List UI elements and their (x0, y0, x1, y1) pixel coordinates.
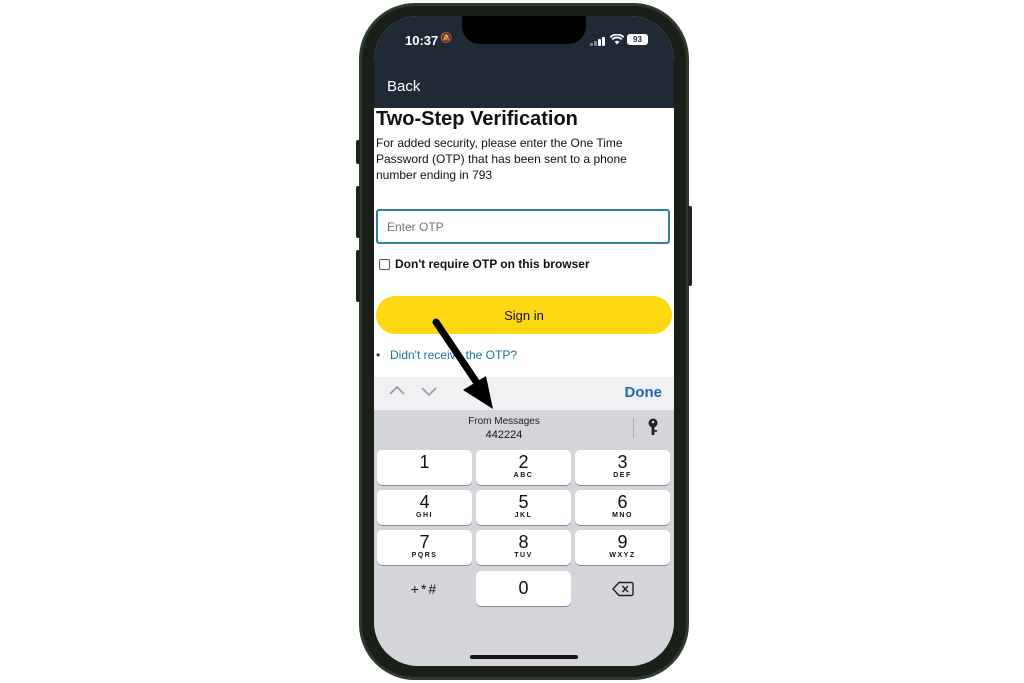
done-button[interactable]: Done (625, 384, 663, 401)
suggestion-divider (633, 418, 634, 438)
key-8[interactable]: 8 TUV (476, 530, 571, 565)
key-6[interactable]: 6 MNO (575, 490, 670, 525)
resend-otp-link[interactable]: Didn't receive the OTP? (390, 348, 517, 362)
verification-form: Two-Step Verification For added security… (374, 108, 674, 398)
backspace-icon (611, 581, 634, 602)
numeric-keypad: 1 2 ABC 3 DEF 4 GHI 5 JKL 6 MNO 7 PQRS 8 TUV 9W… (374, 446, 674, 666)
mute-switch (356, 140, 360, 164)
key-1[interactable]: 1 (377, 450, 472, 485)
otp-autofill-suggestion[interactable]: From Messages 442224 (374, 410, 674, 446)
sign-in-button[interactable]: Sign in (376, 296, 672, 334)
remember-browser-label: Don't require OTP on this browser (395, 257, 590, 271)
next-field-chevron-down-icon[interactable] (420, 382, 438, 405)
home-indicator (470, 655, 578, 659)
page-title: Two-Step Verification (376, 108, 578, 130)
wifi-icon (609, 33, 625, 48)
key-0[interactable]: 0 (476, 571, 571, 606)
previous-field-chevron-up-icon[interactable] (388, 382, 406, 405)
passwords-key-icon[interactable] (646, 416, 660, 440)
volume-up-button (356, 186, 360, 238)
bullet-icon: • (376, 348, 381, 362)
remember-browser-checkbox[interactable] (379, 258, 390, 270)
suggestion-code: 442224 (485, 429, 523, 441)
volume-down-button (356, 250, 360, 302)
suggestion-source: From Messages (468, 416, 540, 427)
key-3[interactable]: 3 DEF (575, 450, 670, 485)
status-bar: 10:37 🔕 93 (374, 16, 674, 68)
key-4[interactable]: 4 GHI (377, 490, 472, 525)
notch (462, 16, 586, 44)
status-time: 10:37 (405, 33, 439, 48)
phone-screen: 10:37 🔕 93 Back Two-Step Verification Fo… (374, 16, 674, 666)
key-2[interactable]: 2 ABC (476, 450, 571, 485)
browser-nav-bar: Back (374, 68, 674, 108)
otp-input[interactable] (376, 209, 670, 244)
silent-bell-icon: 🔕 (440, 33, 453, 44)
cellular-signal-icon (590, 36, 606, 46)
key-5[interactable]: 5 JKL (476, 490, 571, 525)
battery-indicator: 93 (627, 34, 648, 45)
verification-description: For added security, please enter the One… (376, 136, 627, 182)
back-button[interactable]: Back (387, 78, 420, 95)
key-symbols[interactable]: +*# (377, 571, 472, 606)
key-7[interactable]: 7 PQRS (377, 530, 472, 565)
power-button (688, 206, 692, 286)
keyboard-toolbar: Done (374, 377, 674, 410)
key-9[interactable]: 9 WXYZ (575, 530, 670, 565)
delete-key[interactable] (575, 571, 670, 606)
remember-browser-row[interactable]: Don't require OTP on this browser (379, 257, 590, 271)
